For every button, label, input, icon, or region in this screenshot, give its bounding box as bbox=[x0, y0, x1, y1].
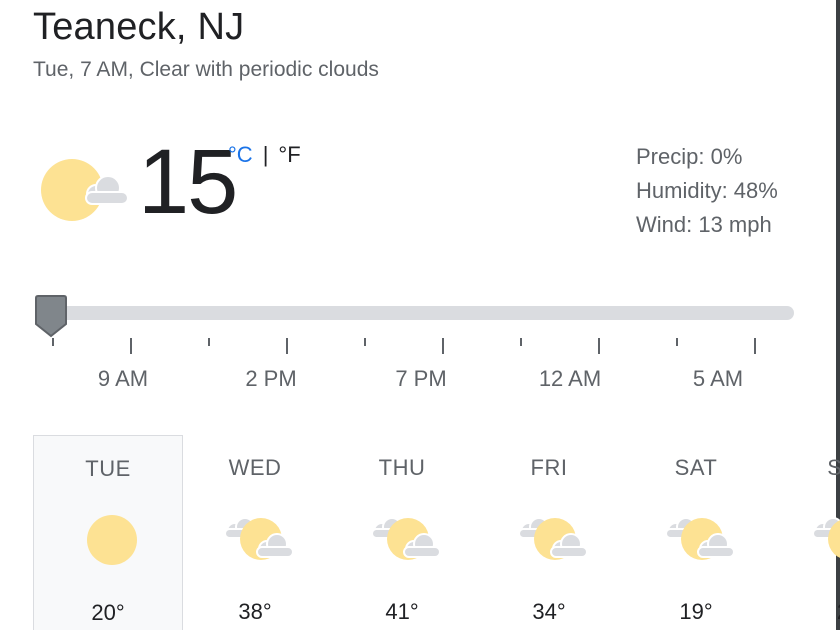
celsius-button[interactable]: °C bbox=[228, 142, 253, 168]
major-tick bbox=[130, 338, 132, 354]
time-label: 2 PM bbox=[245, 366, 297, 391]
day-temperature: 20° bbox=[91, 600, 125, 625]
day-name: WED bbox=[228, 455, 282, 480]
time-label: 7 PM bbox=[395, 366, 447, 391]
wind-value: Wind: 13 mph bbox=[636, 212, 772, 237]
day-thursday[interactable]: THU 41° bbox=[327, 435, 477, 630]
day-wednesday[interactable]: WED 38° bbox=[180, 435, 330, 630]
sun-with-clouds-icon bbox=[41, 159, 129, 221]
day-temperature: 34° bbox=[532, 599, 566, 624]
day-temperature: 19° bbox=[679, 599, 713, 624]
time-label: 9 AM bbox=[97, 366, 149, 391]
slider-track[interactable] bbox=[44, 306, 794, 320]
day-name: FRI bbox=[530, 455, 568, 480]
sun-icon bbox=[87, 515, 137, 565]
major-tick bbox=[286, 338, 288, 354]
day-name: SAT bbox=[674, 455, 718, 480]
day-temperature: 2 bbox=[768, 599, 840, 625]
day-name: SU bbox=[827, 455, 840, 480]
minor-tick bbox=[676, 338, 678, 346]
time-slider[interactable] bbox=[34, 294, 796, 344]
day-temperature: 41° bbox=[385, 599, 419, 624]
precip-value: Precip: 0% bbox=[636, 144, 743, 169]
location-title: Teaneck, NJ bbox=[33, 6, 245, 48]
minor-tick bbox=[364, 338, 366, 346]
day-tuesday[interactable]: TUE 20° bbox=[33, 435, 183, 630]
day-friday[interactable]: FRI 34° bbox=[474, 435, 624, 630]
minor-tick bbox=[520, 338, 522, 346]
major-tick bbox=[754, 338, 756, 354]
slider-handle[interactable] bbox=[34, 294, 68, 338]
current-temperature: 15 bbox=[138, 131, 238, 233]
day-saturday[interactable]: SAT 19° bbox=[621, 435, 771, 630]
day-name: TUE bbox=[85, 456, 131, 481]
minor-tick bbox=[208, 338, 210, 346]
day-sunday[interactable]: SU 2 bbox=[768, 435, 840, 630]
partly-cloudy-icon bbox=[371, 517, 441, 560]
conditions-subtitle: Tue, 7 AM, Clear with periodic clouds bbox=[33, 58, 379, 81]
time-label: 5 AM bbox=[692, 366, 744, 391]
unit-separator: | bbox=[262, 142, 269, 167]
humidity-value: Humidity: 48% bbox=[636, 178, 778, 203]
time-label: 12 AM bbox=[538, 366, 602, 391]
partly-cloudy-icon bbox=[812, 517, 840, 558]
fahrenheit-button[interactable]: °F bbox=[278, 142, 300, 168]
unit-toggle: °C | °F bbox=[228, 142, 301, 168]
day-temperature: 38° bbox=[238, 599, 272, 624]
minor-tick bbox=[52, 338, 54, 346]
major-tick bbox=[442, 338, 444, 354]
partly-cloudy-icon bbox=[224, 517, 294, 560]
day-name: THU bbox=[378, 455, 426, 480]
weather-details: Precip: 0% Humidity: 48% Wind: 13 mph bbox=[636, 140, 778, 242]
major-tick bbox=[598, 338, 600, 354]
partly-cloudy-icon bbox=[518, 517, 588, 560]
partly-cloudy-icon bbox=[665, 517, 735, 560]
daily-forecast: TUE 20° WED 38° THU 41° FRI 34° SAT 19° … bbox=[33, 435, 840, 630]
